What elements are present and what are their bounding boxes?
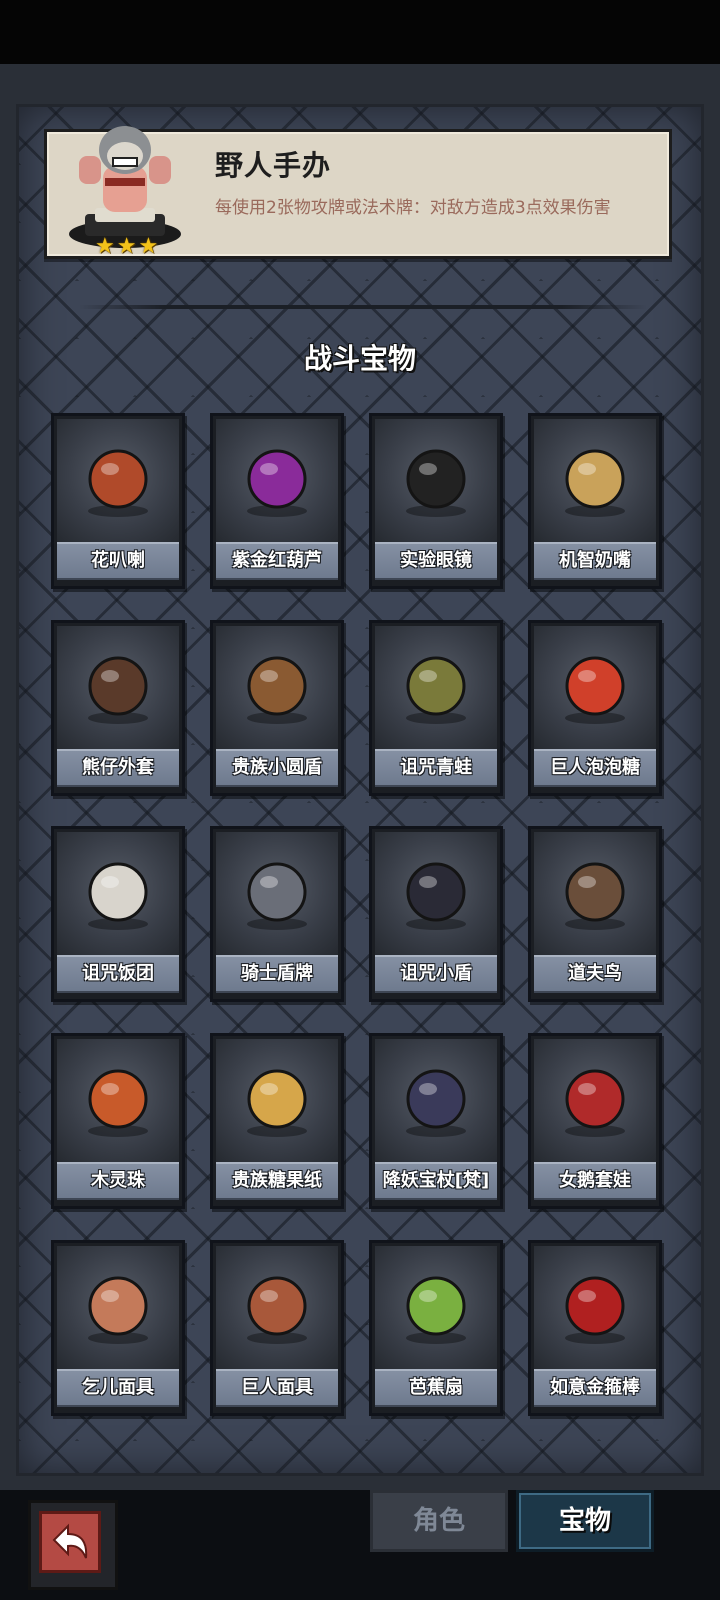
wood-spirit-orb-icon (57, 1039, 179, 1163)
treasure-item[interactable]: 紫金红葫芦 (210, 413, 344, 589)
goggles-icon (375, 419, 497, 543)
treasure-item-label: 机智奶嘴 (534, 542, 656, 580)
treasure-item[interactable]: 诅咒青蛙 (369, 620, 503, 796)
star-icon: ★ (95, 234, 115, 259)
treasure-item[interactable]: 熊仔外套 (51, 620, 185, 796)
treasure-item-label: 诅咒青蛙 (375, 749, 497, 787)
treasure-item[interactable]: 女鹅套娃 (528, 1033, 662, 1209)
treasure-item[interactable]: 芭蕉扇 (369, 1240, 503, 1416)
staff-icon (375, 1039, 497, 1163)
cursed-shield-icon (375, 832, 497, 956)
treasure-item[interactable]: 巨人面具 (210, 1240, 344, 1416)
treasure-item-label: 巨人泡泡糖 (534, 749, 656, 787)
bubblegum-pack-icon (534, 626, 656, 750)
rice-ball-icon (57, 832, 179, 956)
treasure-item-label: 木灵珠 (57, 1162, 179, 1200)
treasure-name: 野人手办 (215, 149, 332, 182)
pitcher-plant-icon (57, 419, 179, 543)
treasure-item-label: 贵族糖果纸 (216, 1162, 338, 1200)
round-shield-icon (216, 626, 338, 750)
treasure-item-label: 如意金箍棒 (534, 1369, 656, 1407)
treasure-item-label: 女鹅套娃 (534, 1162, 656, 1200)
treasure-item-label: 降妖宝杖[梵] (375, 1162, 497, 1200)
beggar-mask-icon (57, 1246, 179, 1370)
bottom-bar: 角色 宝物 (0, 1490, 720, 1600)
treasure-item[interactable]: 木灵珠 (51, 1033, 185, 1209)
treasure-description: 每使用2张物攻牌或法术牌：对敌方造成3点效果伤害 (215, 198, 611, 218)
star-icon: ★ (116, 234, 137, 259)
treasure-item-label: 骑士盾牌 (216, 955, 338, 993)
treasure-item[interactable]: 实验眼镜 (369, 413, 503, 589)
treasure-item-label: 紫金红葫芦 (216, 542, 338, 580)
pacifier-icon (534, 419, 656, 543)
treasure-item-label: 熊仔外套 (57, 749, 179, 787)
treasure-item-label: 乞儿面具 (57, 1369, 179, 1407)
treasure-item-label: 诅咒饭团 (57, 955, 179, 993)
treasure-item[interactable]: 如意金箍棒 (528, 1240, 662, 1416)
treasure-item[interactable]: 降妖宝杖[梵] (369, 1033, 503, 1209)
banana-leaf-fan-icon (375, 1246, 497, 1370)
treasure-screen: ★ ★ ★ 野人手办 每使用2张物攻牌或法术牌：对敌方造成3点效果伤害 战斗宝物… (0, 64, 720, 1490)
treasure-item-label: 巨人面具 (216, 1369, 338, 1407)
treasure-item[interactable]: 贵族糖果纸 (210, 1033, 344, 1209)
status-bar (0, 0, 720, 64)
treasure-item[interactable]: 诅咒小盾 (369, 826, 503, 1002)
treasure-panel: ★ ★ ★ 野人手办 每使用2张物攻牌或法术牌：对敌方造成3点效果伤害 战斗宝物… (16, 104, 704, 1476)
owl-icon (534, 832, 656, 956)
knight-shield-icon (216, 832, 338, 956)
section-title: 战斗宝物 (303, 342, 416, 375)
candy-wrapper-icon (216, 1039, 338, 1163)
golden-cudgel-icon (534, 1246, 656, 1370)
treasure-item-label: 花叭喇 (57, 542, 179, 580)
tab-treasure[interactable]: 宝物 (516, 1490, 654, 1552)
divider (79, 305, 647, 309)
gourd-icon (216, 419, 338, 543)
treasure-item[interactable]: 道夫鸟 (528, 826, 662, 1002)
matryoshka-icon (534, 1039, 656, 1163)
star-icon: ★ (138, 234, 159, 259)
treasure-item[interactable]: 巨人泡泡糖 (528, 620, 662, 796)
treasure-item[interactable]: 机智奶嘴 (528, 413, 662, 589)
treasure-item-label: 道夫鸟 (534, 955, 656, 993)
treasure-item-label: 实验眼镜 (375, 542, 497, 580)
treasure-item[interactable]: 骑士盾牌 (210, 826, 344, 1002)
frog-icon (375, 626, 497, 750)
selected-treasure-card: ★ ★ ★ 野人手办 每使用2张物攻牌或法术牌：对敌方造成3点效果伤害 (44, 126, 672, 259)
treasure-item[interactable]: 乞儿面具 (51, 1240, 185, 1416)
star-rating: ★ ★ ★ (95, 236, 158, 258)
treasure-item[interactable]: 诅咒饭团 (51, 826, 185, 1002)
treasure-item-label: 贵族小圆盾 (216, 749, 338, 787)
back-arrow-icon (52, 1523, 88, 1559)
giant-mask-icon (216, 1246, 338, 1370)
tab-role[interactable]: 角色 (370, 1490, 508, 1552)
treasure-item[interactable]: 花叭喇 (51, 413, 185, 589)
treasure-item-label: 诅咒小盾 (375, 955, 497, 993)
back-button[interactable] (28, 1500, 118, 1590)
teddy-bear-icon (57, 626, 179, 750)
treasure-item-label: 芭蕉扇 (375, 1369, 497, 1407)
treasure-item[interactable]: 贵族小圆盾 (210, 620, 344, 796)
